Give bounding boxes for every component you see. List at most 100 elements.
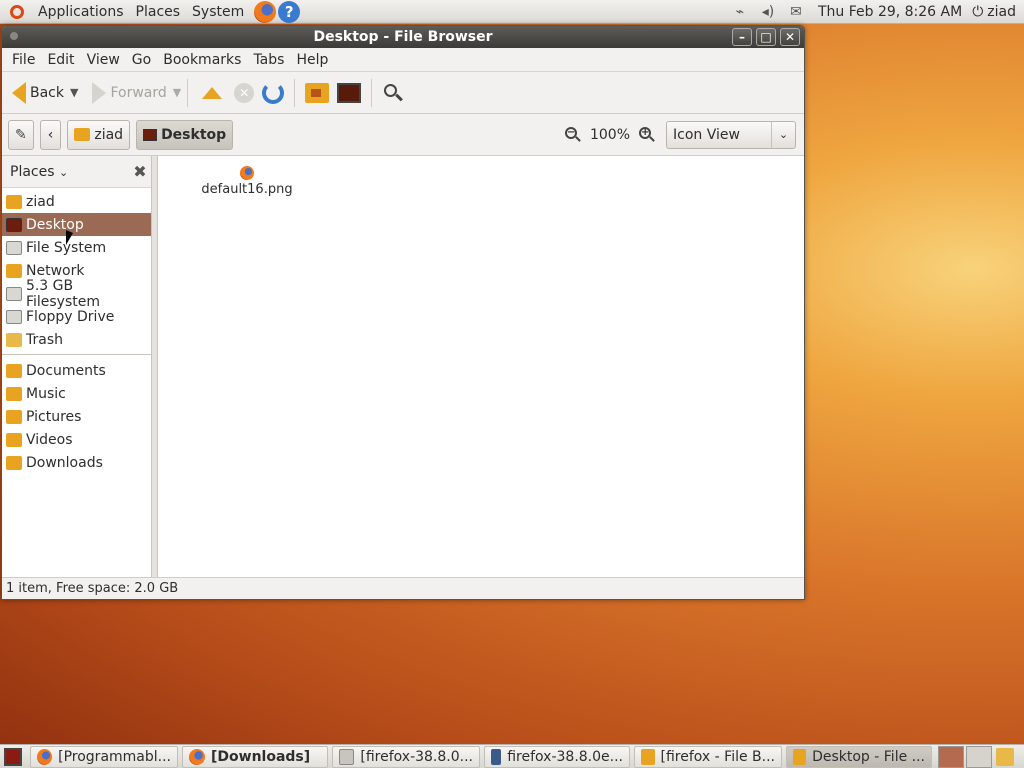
back-history-dropdown[interactable]: ▼ xyxy=(70,86,78,99)
menu-tabs[interactable]: Tabs xyxy=(247,48,290,72)
sidebar-item-label: Pictures xyxy=(26,408,82,425)
computer-button[interactable] xyxy=(333,77,365,109)
file-view[interactable]: default16.png xyxy=(158,156,804,577)
stop-button[interactable]: ✕ xyxy=(230,77,258,109)
close-sidebar-icon[interactable]: ✖ xyxy=(129,162,151,181)
toolbar-separator xyxy=(294,78,296,107)
task-button-downloads[interactable]: [Downloads] xyxy=(182,745,328,768)
workspace-1[interactable] xyxy=(938,745,964,768)
task-button-desktop-file-browser[interactable]: Desktop - File ... xyxy=(786,745,932,768)
places-menu[interactable]: Places xyxy=(130,0,187,24)
home-folder-icon xyxy=(6,194,22,209)
crumb-desktop[interactable]: Desktop xyxy=(136,119,234,150)
sidebar-item-label: Videos xyxy=(26,431,73,448)
applications-menu[interactable]: Applications xyxy=(32,0,130,24)
firefox-launcher-icon[interactable] xyxy=(254,0,277,23)
pictures-folder-icon xyxy=(6,409,22,424)
back-label: Back xyxy=(30,84,64,101)
file-name: default16.png xyxy=(201,182,293,197)
sidebar-item-label: Network xyxy=(26,262,85,279)
sidebar-item-label: Downloads xyxy=(26,454,103,471)
menu-edit[interactable]: Edit xyxy=(41,48,80,72)
documents-folder-icon xyxy=(6,363,22,378)
top-panel: Applications Places System ? ⌁ ◂) ✉ Thu … xyxy=(0,0,1024,24)
workspace-2[interactable] xyxy=(966,745,992,768)
sidebar-item-desktop[interactable]: Desktop xyxy=(2,213,151,236)
desktop-icon xyxy=(143,128,158,141)
toolbar: Back ▼ Forward ▼ ✕ xyxy=(2,72,804,114)
sidebar-item-downloads[interactable]: Downloads xyxy=(2,451,151,474)
zoom-out-icon[interactable]: − xyxy=(564,126,582,144)
sidebar-item-music[interactable]: Music xyxy=(2,382,151,405)
help-launcher-icon[interactable]: ? xyxy=(278,0,301,23)
close-button[interactable]: ✕ xyxy=(780,28,800,46)
location-bar: ✎ ‹ ziad Desktop − 100% + Icon View ⌄ xyxy=(2,114,804,156)
task-button-firefox-archive[interactable]: [firefox-38.8.0... xyxy=(332,745,480,768)
menu-help[interactable]: Help xyxy=(290,48,334,72)
home-folder-icon xyxy=(305,82,330,103)
window-titlebar[interactable]: Desktop - File Browser – □ ✕ xyxy=(2,26,804,48)
toggle-location-entry-button[interactable]: ✎ xyxy=(8,119,34,150)
show-desktop-button[interactable] xyxy=(4,747,22,766)
power-icon: ⏻ xyxy=(972,3,984,20)
task-button-firefox-file-browser[interactable]: [firefox - File B... xyxy=(634,745,782,768)
window-menu-icon[interactable] xyxy=(10,32,18,40)
sidebar-item-videos[interactable]: Videos xyxy=(2,428,151,451)
mail-icon[interactable]: ✉ xyxy=(786,2,806,22)
sidebar-item-label: Desktop xyxy=(26,216,84,233)
chevron-left-icon: ‹ xyxy=(47,126,54,143)
sidebar-header[interactable]: Places ⌄ ✖ xyxy=(2,156,151,188)
path-scroll-left-button[interactable]: ‹ xyxy=(39,119,62,150)
floppy-icon xyxy=(6,309,22,324)
toolbar-separator xyxy=(187,78,189,107)
drive-icon xyxy=(6,286,22,301)
menu-go[interactable]: Go xyxy=(126,48,157,72)
task-button-programmable[interactable]: [Programmabl... xyxy=(30,745,178,768)
volume-icon[interactable]: ◂) xyxy=(758,2,778,22)
sidebar-item-documents[interactable]: Documents xyxy=(2,359,151,382)
minimize-button[interactable]: – xyxy=(732,28,752,46)
status-bar: 1 item, Free space: 2.0 GB xyxy=(2,577,804,599)
back-button[interactable]: Back xyxy=(8,77,68,109)
task-label: firefox-38.8.0e... xyxy=(507,748,623,765)
sidebar-item-file-system[interactable]: File System xyxy=(2,236,151,259)
reload-icon xyxy=(262,81,285,104)
menu-file[interactable]: File xyxy=(6,48,41,72)
forward-history-dropdown[interactable]: ▼ xyxy=(173,86,181,99)
ubuntu-logo-icon[interactable] xyxy=(6,1,28,23)
zoom-in-icon[interactable]: + xyxy=(638,126,656,144)
sidebar-item-label: 5.3 GB Filesystem xyxy=(25,277,100,310)
user-menu[interactable]: ⏻ ziad xyxy=(970,4,1024,20)
sidebar-item-trash[interactable]: Trash xyxy=(2,328,151,351)
reload-button[interactable] xyxy=(258,77,288,109)
clock[interactable]: Thu Feb 29, 8:26 AM xyxy=(810,4,970,20)
chevron-down-icon: ⌄ xyxy=(771,121,795,148)
search-button[interactable] xyxy=(378,77,408,109)
file-item[interactable]: default16.png xyxy=(192,162,302,197)
task-button-firefox-terminal[interactable]: firefox-38.8.0e... xyxy=(484,745,630,768)
sidebar-item-pictures[interactable]: Pictures xyxy=(2,405,151,428)
home-folder-icon xyxy=(74,128,91,141)
sidebar-divider xyxy=(2,354,151,355)
toolbar-separator xyxy=(371,78,373,107)
system-menu[interactable]: System xyxy=(186,0,250,24)
up-button[interactable] xyxy=(194,77,230,109)
home-button[interactable] xyxy=(301,77,333,109)
maximize-button[interactable]: □ xyxy=(756,28,776,46)
sidebar-item-ziad[interactable]: ziad xyxy=(2,190,151,213)
forward-button[interactable]: Forward xyxy=(88,77,170,109)
stop-icon: ✕ xyxy=(234,82,255,103)
folder-icon xyxy=(641,748,655,765)
sidebar-title: Places xyxy=(10,163,55,180)
trash-applet-icon[interactable] xyxy=(996,747,1014,766)
view-mode-value: Icon View xyxy=(673,126,740,143)
menu-view[interactable]: View xyxy=(81,48,126,72)
crumb-ziad[interactable]: ziad xyxy=(67,119,131,150)
view-mode-select[interactable]: Icon View ⌄ xyxy=(666,120,796,149)
computer-icon xyxy=(337,82,362,103)
videos-folder-icon xyxy=(6,432,22,447)
sidebar-item-filesystem-volume[interactable]: 5.3 GB Filesystem xyxy=(2,278,151,310)
network-icon[interactable]: ⌁ xyxy=(730,2,750,22)
terminal-icon xyxy=(491,748,502,765)
menu-bookmarks[interactable]: Bookmarks xyxy=(157,48,247,72)
